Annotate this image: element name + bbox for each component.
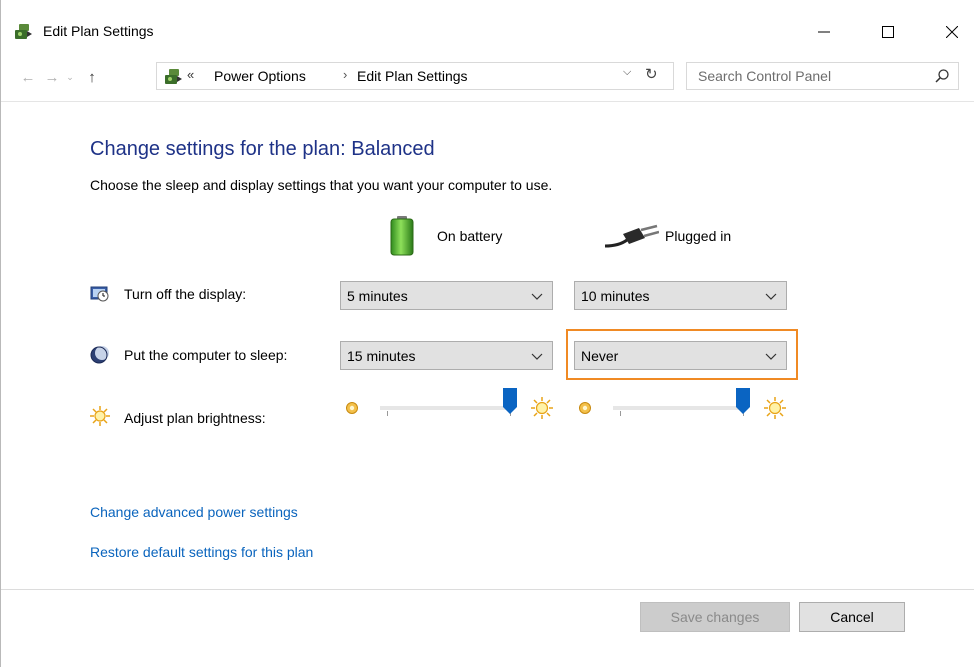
address-dropdown-icon[interactable]: ⌵ [623, 66, 631, 79]
save-changes-button[interactable]: Save changes [640, 602, 790, 632]
chevron-down-icon: ⌄ [66, 71, 74, 82]
turn-off-display-label: Turn off the display: [124, 286, 247, 302]
close-button[interactable] [929, 16, 974, 48]
display-battery-value: 5 minutes [347, 288, 408, 304]
maximize-button[interactable] [865, 16, 911, 48]
brightness-plugged-slider[interactable] [578, 388, 790, 436]
up-button[interactable]: ↑ [81, 64, 103, 90]
back-button[interactable]: ← [17, 64, 39, 90]
chevron-down-icon [765, 353, 777, 360]
maximize-icon [882, 26, 894, 38]
display-plugged-value: 10 minutes [581, 288, 650, 304]
breadcrumb-edit-plan-settings[interactable]: Edit Plan Settings [357, 68, 468, 84]
search-input[interactable] [687, 63, 927, 89]
dim-brightness-icon [579, 402, 591, 414]
display-plugged-select[interactable]: 10 minutes [574, 281, 787, 310]
search-box [686, 62, 959, 90]
breadcrumb-overflow-icon[interactable]: « [187, 67, 194, 82]
slider-track[interactable] [613, 406, 743, 410]
close-icon [946, 26, 958, 38]
forward-arrow-icon: → [44, 68, 60, 86]
up-arrow-icon: ↑ [88, 68, 96, 86]
sleep-battery-value: 15 minutes [347, 348, 416, 364]
edit-plan-settings-window: Edit Plan Settings ← → ⌄ ↑ « Power Optio… [0, 0, 974, 667]
chevron-down-icon [531, 353, 543, 360]
refresh-icon[interactable]: ↻ [645, 65, 658, 83]
power-plan-icon [15, 24, 32, 39]
display-clock-icon [90, 286, 109, 302]
slider-thumb[interactable] [736, 388, 750, 414]
slider-tick [620, 411, 621, 416]
dim-brightness-icon [346, 402, 358, 414]
slider-track[interactable] [380, 406, 510, 410]
display-battery-select[interactable]: 5 minutes [340, 281, 553, 310]
restore-defaults-link[interactable]: Restore default settings for this plan [90, 544, 313, 560]
minimize-button[interactable] [801, 16, 847, 48]
bright-brightness-icon [764, 397, 786, 419]
back-arrow-icon: ← [20, 68, 36, 86]
chevron-down-icon [531, 293, 543, 300]
sleep-plugged-select[interactable]: Never [574, 341, 787, 370]
page-title: Change settings for the plan: Balanced [90, 138, 435, 160]
breadcrumb-power-options[interactable]: Power Options [214, 68, 306, 84]
plug-icon [605, 224, 659, 248]
window-title: Edit Plan Settings [43, 23, 154, 39]
footer-divider [1, 589, 974, 590]
minimize-icon [818, 31, 830, 33]
title-bar: Edit Plan Settings [1, 0, 974, 60]
cancel-button[interactable]: Cancel [799, 602, 905, 632]
breadcrumb[interactable]: « Power Options › Edit Plan Settings ⌵ ↻ [156, 62, 674, 90]
control-panel-icon [165, 69, 182, 84]
sleep-label: Put the computer to sleep: [124, 347, 288, 363]
advanced-power-settings-link[interactable]: Change advanced power settings [90, 504, 298, 520]
page-description: Choose the sleep and display settings th… [90, 177, 553, 193]
brightness-battery-slider[interactable] [345, 388, 557, 436]
slider-thumb[interactable] [503, 388, 517, 414]
search-icon[interactable] [934, 68, 950, 84]
address-bar: ← → ⌄ ↑ « Power Options › Edit Plan Sett… [1, 60, 974, 94]
slider-tick [387, 411, 388, 416]
header-divider [1, 101, 974, 102]
sleep-moon-icon [90, 346, 109, 364]
on-battery-header: On battery [437, 228, 503, 244]
bright-brightness-icon [531, 397, 553, 419]
sleep-battery-select[interactable]: 15 minutes [340, 341, 553, 370]
brightness-icon [90, 406, 110, 426]
recent-locations-button[interactable]: ⌄ [63, 64, 77, 90]
plugged-in-header: Plugged in [665, 228, 732, 244]
forward-button[interactable]: → [41, 64, 63, 90]
breadcrumb-separator-icon[interactable]: › [343, 67, 347, 82]
battery-icon [390, 216, 414, 256]
chevron-down-icon [765, 293, 777, 300]
brightness-label: Adjust plan brightness: [124, 410, 266, 426]
sleep-plugged-value: Never [581, 348, 619, 364]
